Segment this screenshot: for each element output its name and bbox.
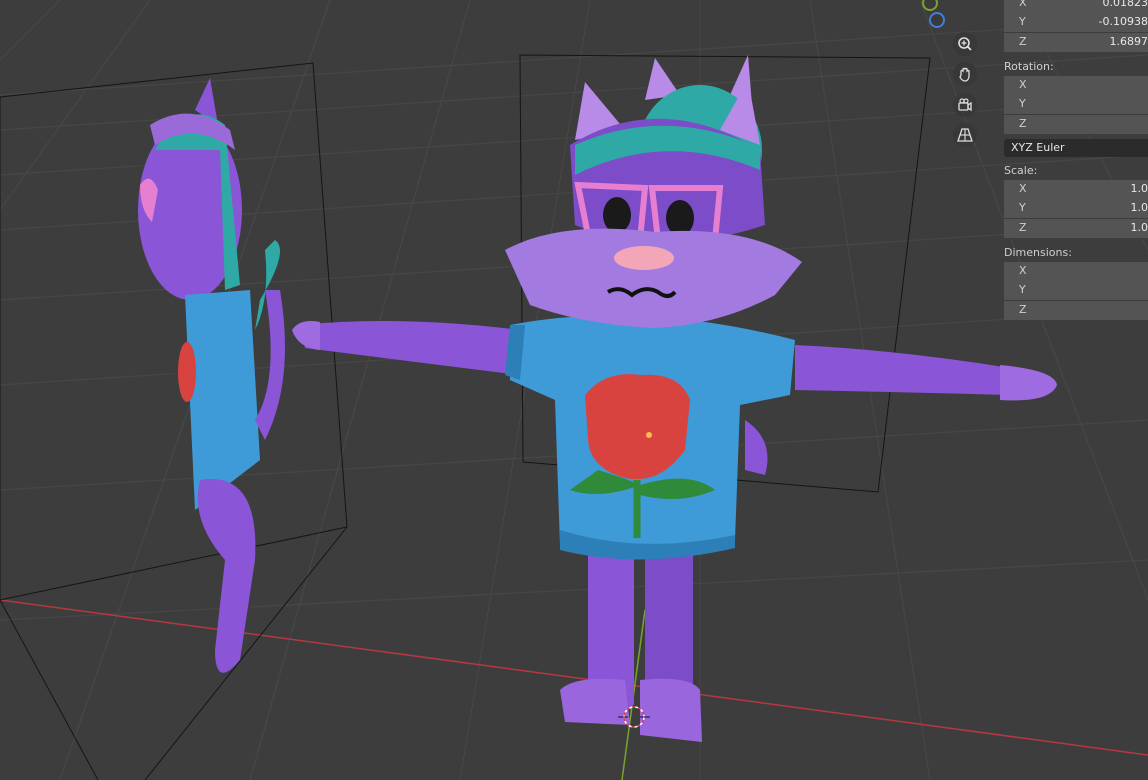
scale-y-field[interactable]: Y 1.0 (1004, 199, 1148, 219)
axis-label: Z (1019, 117, 1027, 130)
axis-label: Y (1019, 97, 1026, 110)
scale-x-value: 1.0 (1130, 182, 1148, 195)
axis-label: Z (1019, 221, 1027, 234)
dimensions-z-field[interactable]: Z (1004, 301, 1148, 321)
rotation-z-field[interactable]: Z (1004, 115, 1148, 135)
character-mesh[interactable] (292, 80, 1057, 742)
location-z-value: 1.6897 (1109, 35, 1148, 48)
scale-heading: Scale: (1004, 164, 1038, 177)
axis-label: X (1019, 264, 1027, 277)
viewport-scene[interactable] (0, 0, 1148, 780)
dimensions-heading: Dimensions: (1004, 246, 1072, 259)
scale-x-field[interactable]: X 1.0 (1004, 180, 1148, 200)
location-x-value: 0.01823 (1102, 0, 1148, 9)
axis-label: Z (1019, 303, 1027, 316)
scale-z-field[interactable]: Z 1.0 (1004, 219, 1148, 239)
location-y-field[interactable]: Y -0.10938 (1004, 13, 1148, 33)
pan-hand-icon[interactable] (953, 62, 977, 86)
zoom-icon[interactable] (953, 32, 977, 56)
axis-label: Z (1019, 35, 1027, 48)
rotation-heading: Rotation: (1004, 60, 1054, 73)
dimensions-x-field[interactable]: X (1004, 262, 1148, 282)
axis-label: X (1019, 78, 1027, 91)
scale-y-value: 1.0 (1130, 201, 1148, 214)
location-x-field[interactable]: X 0.01823 (1004, 0, 1148, 14)
dimensions-y-field[interactable]: Y (1004, 281, 1148, 301)
camera-view-icon[interactable] (953, 93, 977, 117)
location-y-value: -0.10938 (1098, 15, 1148, 28)
scale-z-value: 1.0 (1130, 221, 1148, 234)
gizmo-z-axis[interactable] (929, 12, 945, 28)
3d-viewport[interactable]: X 0.01823 Y -0.10938 Z 1.6897 Rotation: … (0, 0, 1148, 780)
axis-label: X (1019, 182, 1027, 195)
rotation-y-field[interactable]: Y (1004, 95, 1148, 115)
gizmo-y-axis[interactable] (922, 0, 938, 11)
axis-label: Y (1019, 201, 1026, 214)
axis-label: Y (1019, 283, 1026, 296)
rotation-mode-value: XYZ Euler (1011, 141, 1065, 154)
perspective-grid-icon[interactable] (953, 123, 977, 147)
axis-label: Y (1019, 15, 1026, 28)
transform-properties-panel: X 0.01823 Y -0.10938 Z 1.6897 Rotation: … (1000, 0, 1148, 324)
rotation-x-field[interactable]: X (1004, 76, 1148, 96)
location-z-field[interactable]: Z 1.6897 (1004, 33, 1148, 53)
axis-label: X (1019, 0, 1027, 9)
reference-plane-side[interactable] (0, 62, 348, 780)
x-axis-line (0, 599, 1148, 756)
rotation-mode-dropdown[interactable]: XYZ Euler (1004, 139, 1148, 157)
